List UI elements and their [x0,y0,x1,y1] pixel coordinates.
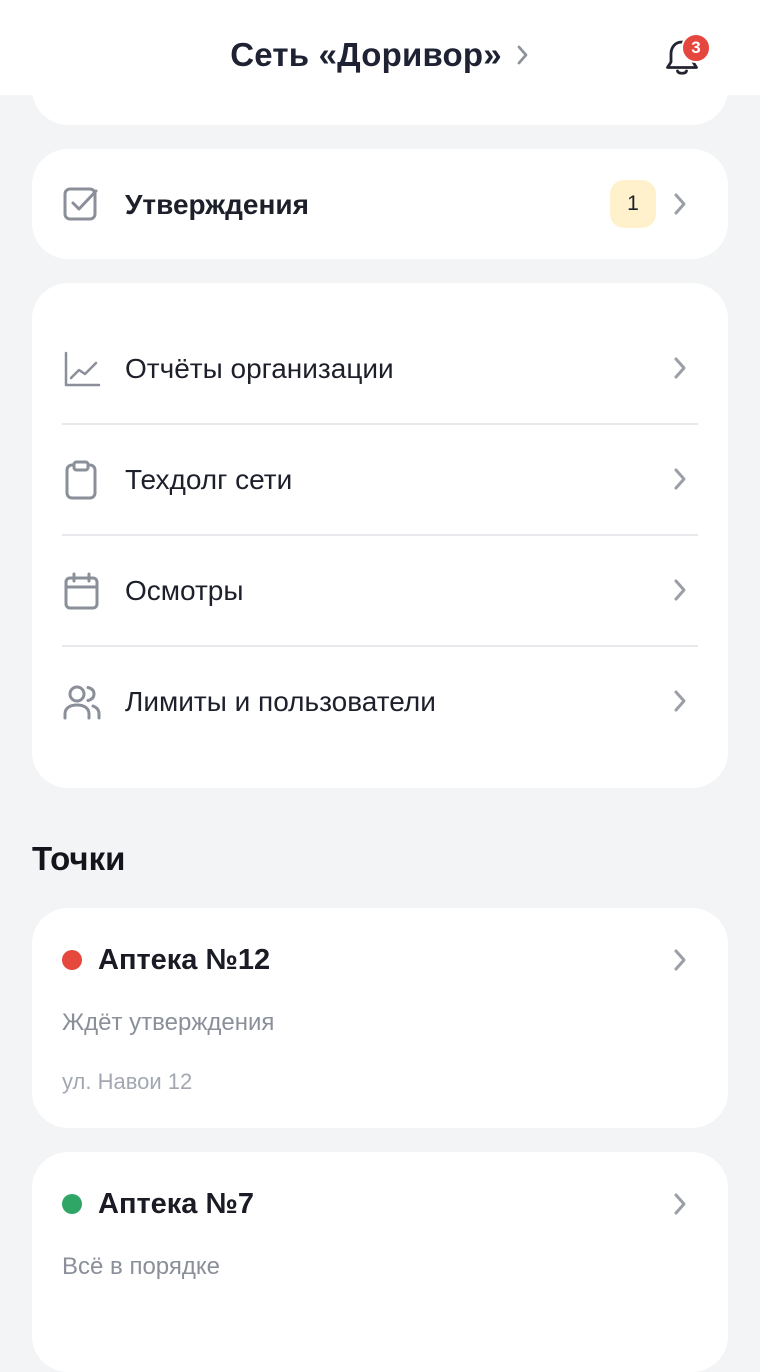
approvals-count-badge: 1 [610,180,656,228]
chevron-right-icon [517,45,528,65]
menu-item-limits-users[interactable]: Лимиты и пользователи [32,646,728,757]
users-icon [63,685,101,720]
calendar-icon [64,572,99,610]
menu-item-tech-debt[interactable]: Техдолг сети [32,424,728,535]
menu-item-label: Осмотры [125,575,244,606]
checkbox-icon [63,187,98,221]
menu-card: Отчёты организации Техдолг сети Осмотры [32,283,728,788]
point-card[interactable]: Аптека №7 Всё в порядке [32,1152,728,1372]
approvals-card[interactable]: Утверждения 1 [32,149,728,259]
top-bar: Сеть «Доривор» 3 [0,0,760,95]
menu-item-reports[interactable]: Отчёты организации [32,313,728,424]
chevron-right-icon [674,1193,686,1215]
point-status: Всё в порядке [62,1253,220,1280]
network-selector[interactable]: Сеть «Доривор» [0,36,760,74]
status-dot [62,1194,82,1214]
chart-line-icon [64,351,101,387]
points-section-title: Точки [32,840,126,877]
network-title[interactable]: Сеть «Доривор» [230,36,502,74]
menu-item-inspections[interactable]: Осмотры [32,535,728,646]
notification-badge: 3 [681,33,711,63]
chevron-right-icon [674,949,686,971]
chevron-right-icon [674,690,686,712]
point-status: Ждёт утверждения [62,1009,275,1036]
chevron-right-icon [674,193,686,215]
point-name: Аптека №7 [98,1188,254,1220]
menu-item-label: Отчёты организации [125,353,394,384]
chevron-right-icon [674,357,686,379]
chevron-right-icon [674,468,686,490]
approvals-label: Утверждения [125,189,309,220]
status-dot [62,950,82,970]
menu-item-label: Техдолг сети [125,464,293,495]
point-address: ул. Навои 12 [62,1069,193,1094]
point-card[interactable]: Аптека №12 Ждёт утверждения ул. Навои 12 [32,908,728,1128]
point-name: Аптека №12 [98,944,271,976]
menu-item-label: Лимиты и пользователи [125,686,436,717]
clipboard-icon [65,460,97,500]
chevron-right-icon [674,579,686,601]
